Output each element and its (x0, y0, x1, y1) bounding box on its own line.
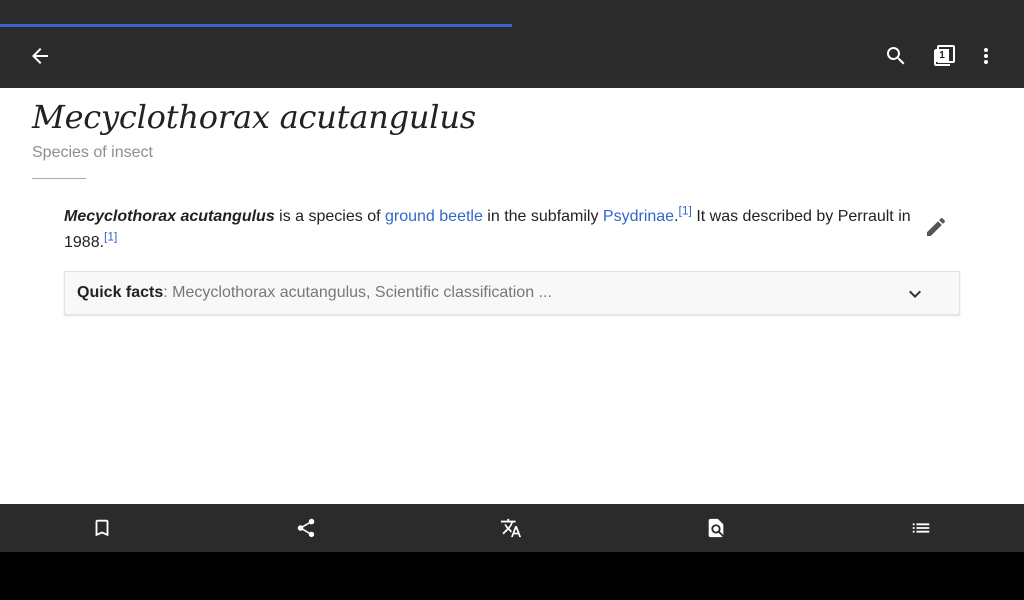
search-icon (887, 47, 905, 65)
contents-icon (912, 523, 930, 533)
tabs-button[interactable]: 1 (924, 36, 964, 76)
title-divider (32, 178, 86, 179)
bookmark-icon (95, 519, 109, 537)
quick-facts-box[interactable]: Quick facts: Mecyclothorax acutangulus, … (64, 271, 960, 315)
article-description: Species of insect (32, 144, 153, 161)
tab-count-badge: 1 (935, 49, 949, 62)
quick-facts-summary: : Mecyclothorax acutangulus, Scientific … (163, 284, 552, 301)
find-in-page-button[interactable] (696, 508, 736, 548)
table-of-contents-button[interactable] (901, 508, 941, 548)
species-name: Mecyclothorax acutangulus (64, 208, 275, 225)
text-segment: in the subfamily (482, 208, 603, 225)
arrow-back-icon (32, 48, 48, 64)
more-vert-icon (984, 48, 988, 64)
reference-link-1[interactable]: [1] (679, 204, 692, 218)
chevron-down-icon (909, 290, 921, 298)
quick-facts-label: Quick facts (77, 284, 164, 301)
quick-facts-expand[interactable] (903, 282, 927, 306)
edit-section-button[interactable] (916, 207, 956, 247)
top-app-bar: 1 (0, 27, 1024, 88)
system-navigation-bar (0, 552, 1024, 600)
status-bar (0, 0, 1024, 24)
pencil-icon (927, 217, 946, 236)
link-psydrinae[interactable]: Psydrinae (603, 208, 674, 225)
change-language-button[interactable] (491, 508, 531, 548)
more-options-button[interactable] (966, 36, 1006, 76)
share-icon (297, 518, 315, 538)
bookmark-button[interactable] (82, 508, 122, 548)
find-in-page-icon (708, 518, 724, 538)
article-paragraph: Mecyclothorax acutangulus is a species o… (64, 204, 914, 256)
article-content: Mecyclothorax acutangulus Species of ins… (0, 88, 1024, 504)
reference-link-2[interactable]: [1] (104, 230, 117, 244)
article-title: Mecyclothorax acutangulus (32, 98, 476, 136)
quick-facts-text: Quick facts: Mecyclothorax acutangulus, … (77, 284, 552, 302)
link-ground-beetle[interactable]: ground beetle (385, 208, 483, 225)
text-segment: is a species of (274, 208, 385, 225)
share-button[interactable] (286, 508, 326, 548)
search-button[interactable] (876, 36, 916, 76)
translate-icon (500, 518, 522, 538)
bottom-action-bar (0, 504, 1024, 552)
back-button[interactable] (20, 36, 60, 76)
